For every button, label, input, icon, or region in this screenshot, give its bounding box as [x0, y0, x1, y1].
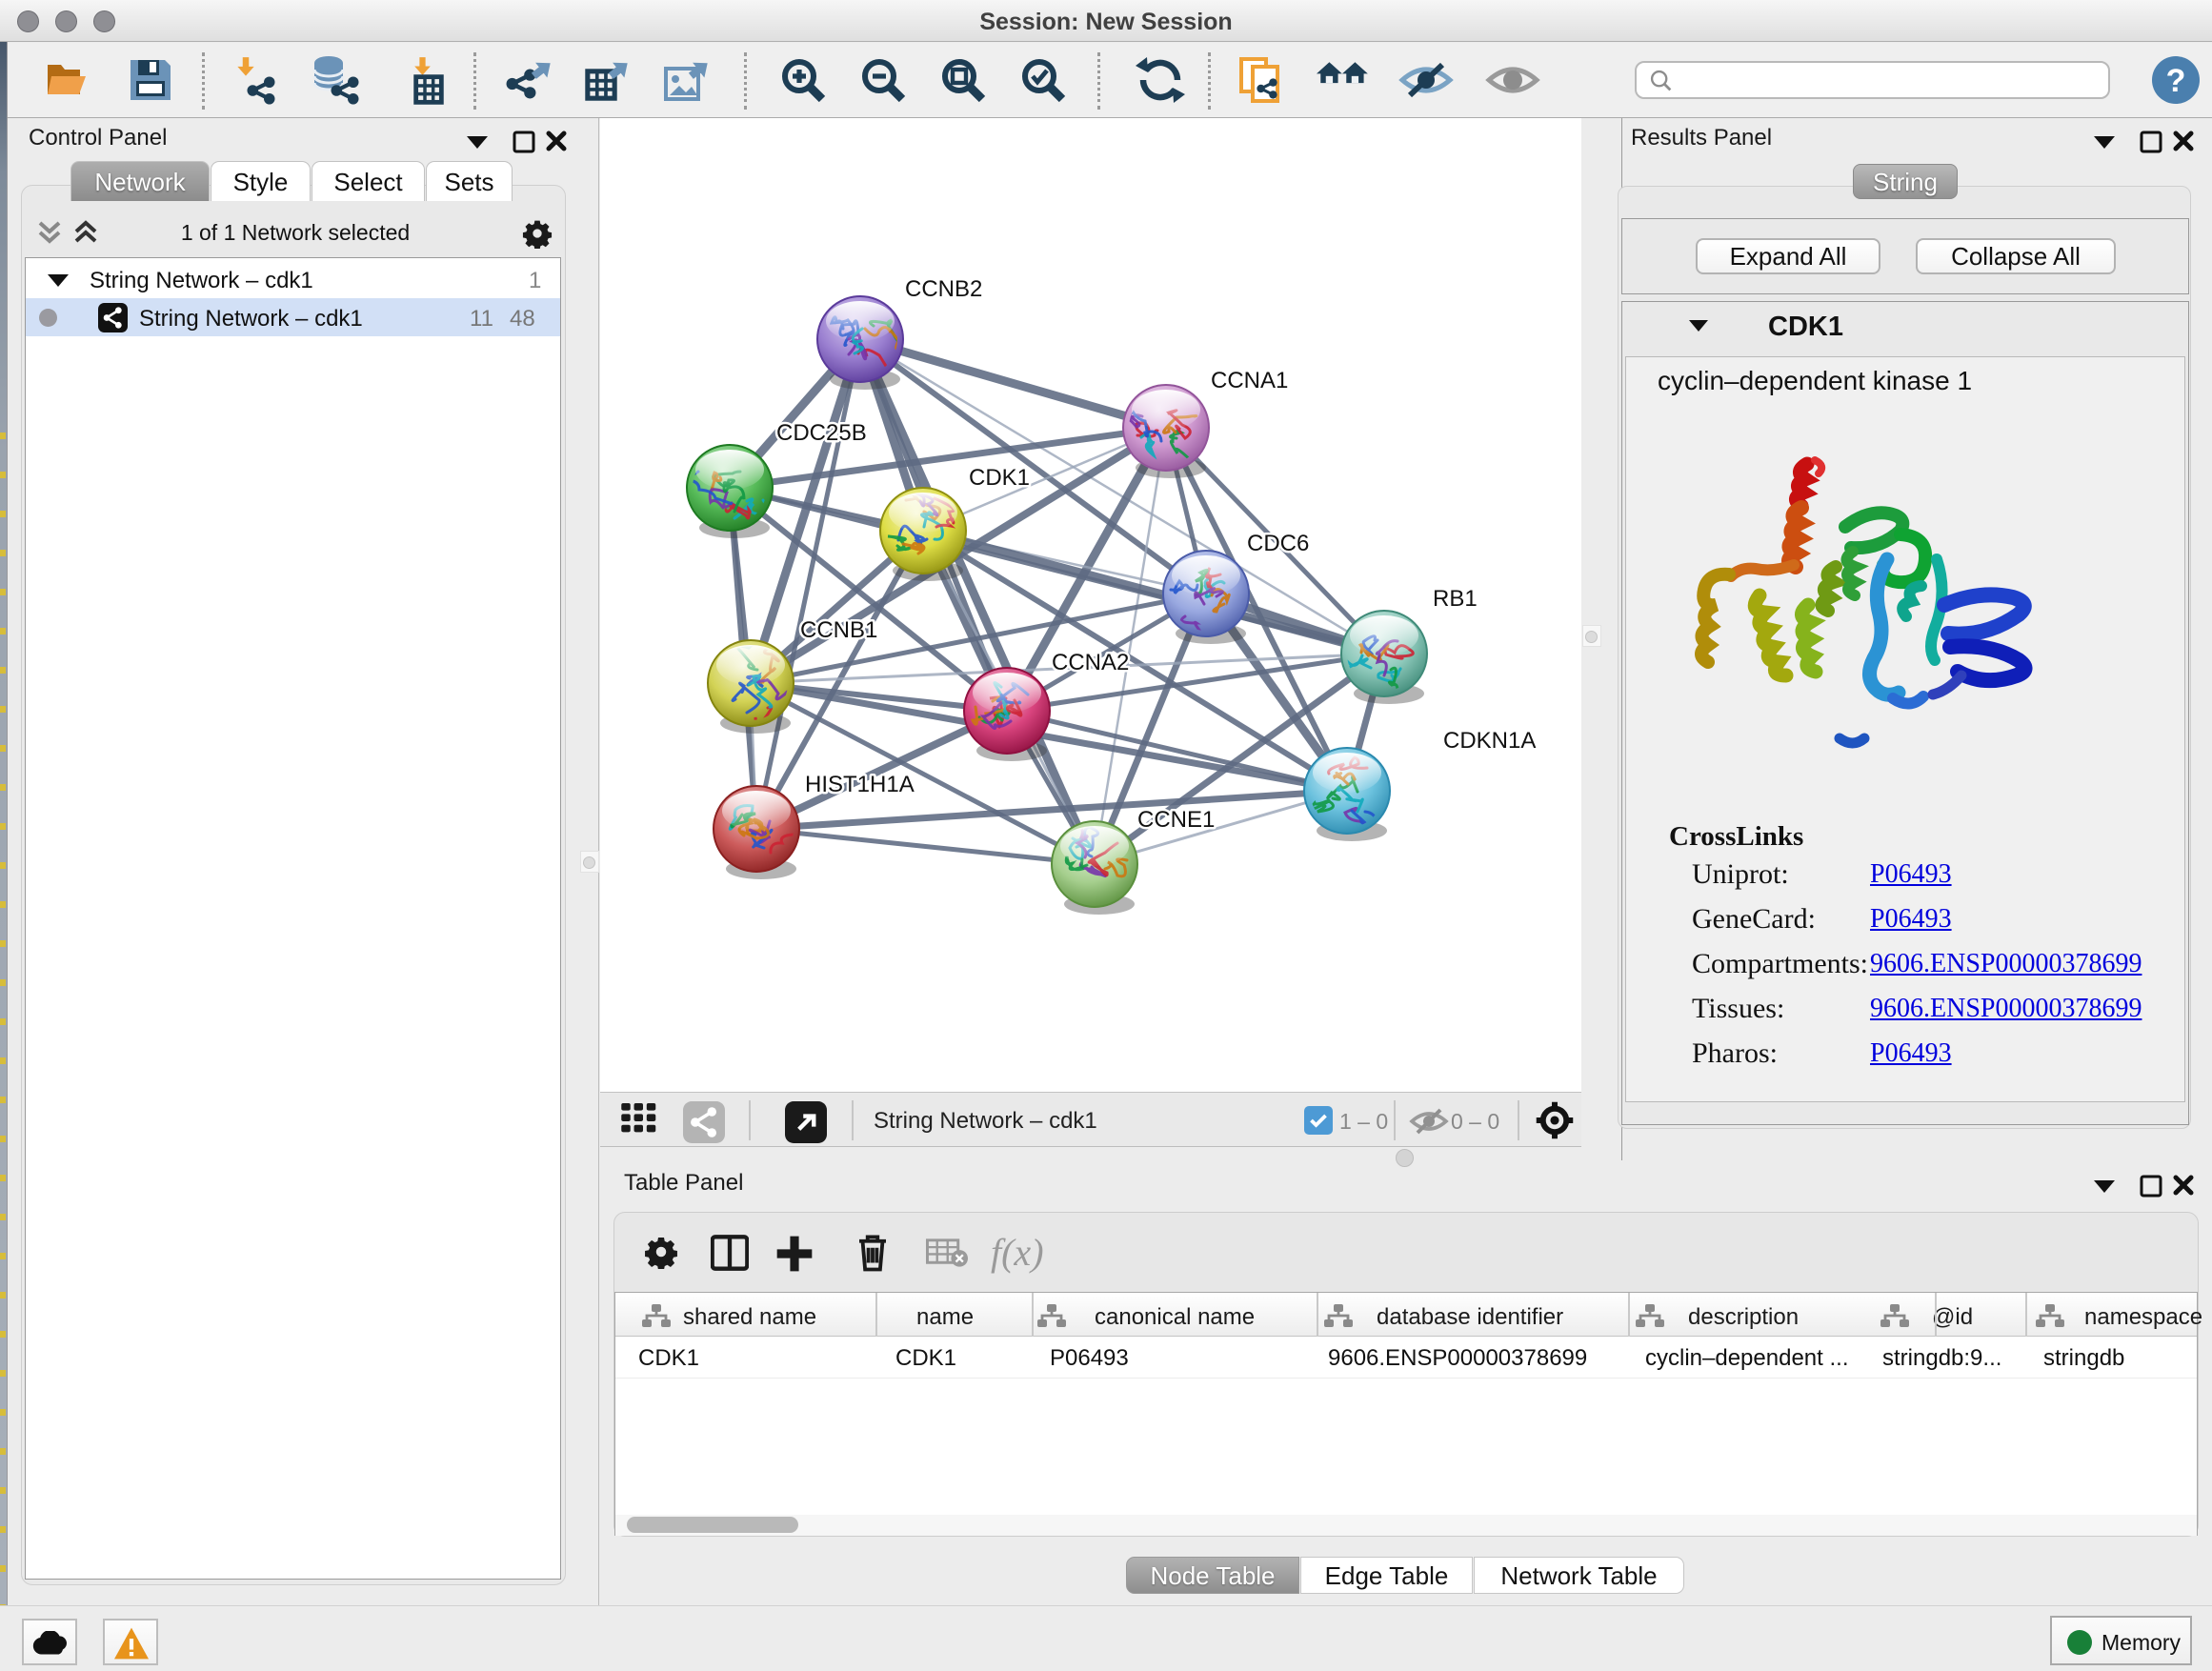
- svg-text:CDC6: CDC6: [1247, 531, 1309, 556]
- svg-text:CCNB2: CCNB2: [905, 276, 982, 302]
- svg-text:HIST1H1A: HIST1H1A: [805, 772, 915, 797]
- svg-text:CCNB1: CCNB1: [800, 617, 877, 643]
- svg-text:CDKN1A: CDKN1A: [1443, 728, 1536, 754]
- svg-text:CDC25B: CDC25B: [776, 420, 867, 446]
- svg-text:CDK1: CDK1: [969, 465, 1030, 491]
- svg-text:CCNA2: CCNA2: [1052, 650, 1129, 675]
- svg-text:CCNA1: CCNA1: [1211, 368, 1288, 393]
- svg-text:?: ?: [2166, 63, 2186, 99]
- svg-text:CCNE1: CCNE1: [1137, 807, 1215, 833]
- svg-text:RB1: RB1: [1433, 586, 1478, 612]
